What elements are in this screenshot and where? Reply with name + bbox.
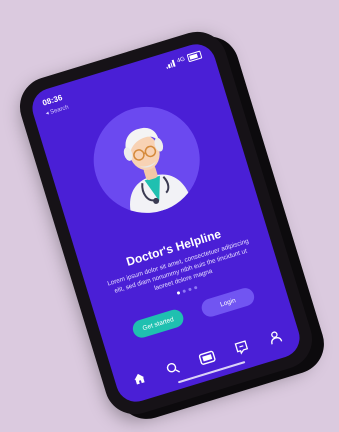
pagination-dot[interactable] xyxy=(187,287,192,292)
tablet-device: 08:36 4G ◂ Search Doctor's Helpline Lore… xyxy=(12,24,320,422)
pagination-dot[interactable] xyxy=(176,291,180,295)
network-label: 4G xyxy=(176,56,186,65)
status-icons: 4G xyxy=(165,50,203,69)
pagination-dot[interactable] xyxy=(193,285,198,290)
status-bar: 08:36 4G xyxy=(41,50,203,111)
pagination-dot[interactable] xyxy=(181,289,186,294)
battery-icon xyxy=(186,50,203,63)
app-screen: 08:36 4G ◂ Search Doctor's Helpline Lore… xyxy=(27,39,305,407)
chat-icon[interactable] xyxy=(230,336,252,358)
signal-icon xyxy=(165,59,176,69)
mockup-background: 08:36 4G ◂ Search Doctor's Helpline Lore… xyxy=(0,0,339,432)
search-icon[interactable] xyxy=(162,357,184,379)
doctor-avatar-icon xyxy=(123,127,192,220)
get-started-button[interactable]: Get started xyxy=(130,307,186,340)
user-icon[interactable] xyxy=(264,326,286,348)
login-button[interactable]: Login xyxy=(199,285,257,319)
doctor-illustration xyxy=(80,93,213,227)
home-icon[interactable] xyxy=(128,367,150,389)
tablet-icon[interactable] xyxy=(196,347,218,369)
